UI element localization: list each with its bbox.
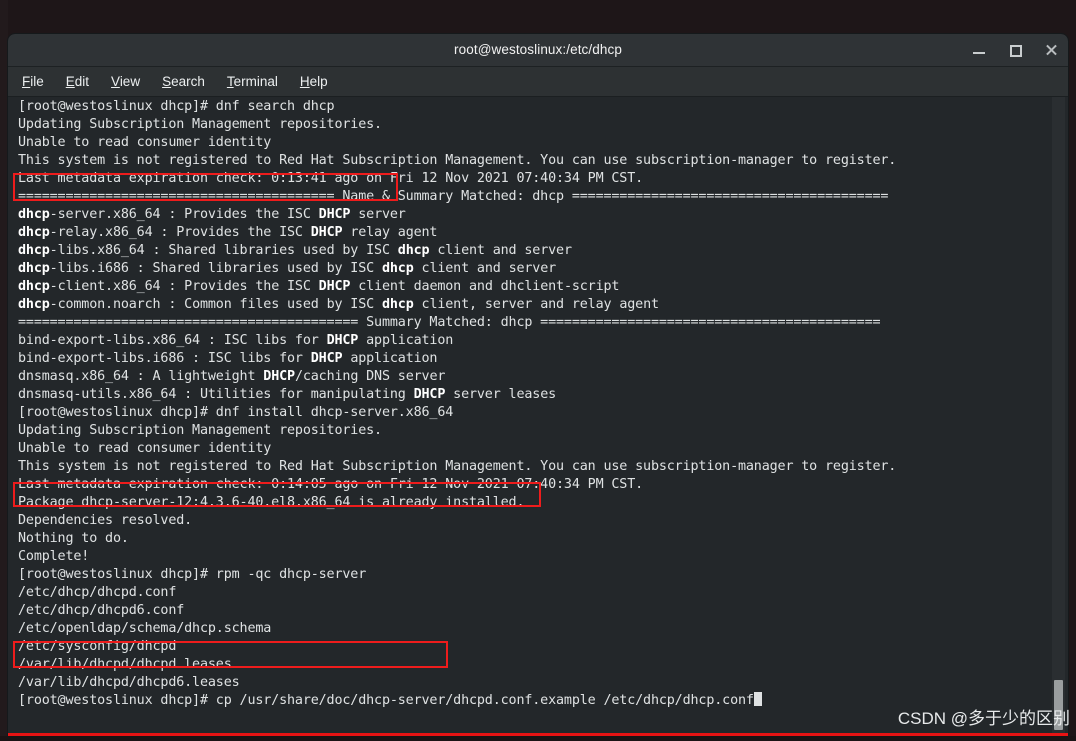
terminal-output-line: dhcp-common.noarch : Common files used b…	[18, 297, 659, 312]
terminal-output-line: dhcp-server.x86_64 : Provides the ISC DH…	[18, 207, 406, 222]
maximize-button[interactable]	[1008, 43, 1022, 57]
window-controls	[972, 34, 1058, 66]
terminal-output-line: /var/lib/dhcpd/dhcpd.leases	[18, 657, 232, 672]
terminal-output-line: /etc/openldap/schema/dhcp.schema	[18, 621, 272, 636]
menu-item-terminal[interactable]: Terminal	[227, 74, 278, 89]
terminal-output-line: This system is not registered to Red Hat…	[18, 459, 897, 474]
terminal-output-line: ========================================…	[18, 315, 881, 330]
menu-item-edit[interactable]: Edit	[66, 74, 89, 89]
terminal-output-line: Unable to read consumer identity	[18, 135, 272, 150]
menu-mnemonic: E	[65, 74, 75, 89]
terminal-output-line: Dependencies resolved.	[18, 513, 193, 528]
terminal-output-line: /etc/dhcp/dhcpd.conf	[18, 585, 177, 600]
terminal-command-line: [root@westoslinux dhcp]# rpm -qc dhcp-se…	[18, 567, 367, 582]
terminal-output-line: bind-export-libs.x86_64 : ISC libs for D…	[18, 333, 454, 348]
terminal-output-line: Complete!	[18, 549, 90, 564]
maximize-icon	[1010, 45, 1022, 57]
menu-mnemonic: H	[299, 74, 310, 89]
terminal-text: [root@westoslinux dhcp]# dnf search dhcp…	[18, 98, 1042, 710]
terminal-output-line: ========================================…	[18, 189, 889, 204]
menu-label-rest: dit	[74, 74, 90, 89]
terminal-output-line: dhcp-libs.x86_64 : Shared libraries used…	[18, 243, 572, 258]
menu-item-help[interactable]: Help	[300, 74, 328, 89]
terminal-output-line: Nothing to do.	[18, 531, 129, 546]
terminal-output-line: This system is not registered to Red Hat…	[18, 153, 897, 168]
desktop-left-edge	[0, 0, 8, 741]
menu-mnemonic: F	[22, 74, 31, 89]
menu-item-search[interactable]: Search	[162, 74, 205, 89]
menu-label-rest: earch	[171, 74, 205, 89]
minimize-button[interactable]	[972, 43, 986, 57]
terminal-command-line: [root@westoslinux dhcp]# dnf search dhcp	[18, 99, 335, 114]
window-title: root@westoslinux:/etc/dhcp	[454, 42, 622, 57]
menu-label-rest: ile	[30, 74, 44, 89]
scrollbar[interactable]	[1052, 97, 1065, 741]
terminal-output-line: dhcp-client.x86_64 : Provides the ISC DH…	[18, 279, 620, 294]
menu-mnemonic: T	[226, 74, 234, 89]
text-cursor	[753, 692, 762, 706]
terminal-output-line: Last metadata expiration check: 0:13:41 …	[18, 171, 644, 186]
minimize-icon	[973, 52, 985, 54]
terminal-output-line: bind-export-libs.i686 : ISC libs for DHC…	[18, 351, 438, 366]
terminal-output-line: Unable to read consumer identity	[18, 441, 272, 456]
close-button[interactable]	[1044, 43, 1058, 57]
terminal-command-line: [root@westoslinux dhcp]# cp /usr/share/d…	[18, 692, 1042, 710]
terminal-output-line: dhcp-relay.x86_64 : Provides the ISC DHC…	[18, 225, 438, 240]
menu-mnemonic: V	[111, 74, 120, 89]
terminal-output-area[interactable]: [root@westoslinux dhcp]# dnf search dhcp…	[8, 97, 1068, 741]
terminal-output-line: Updating Subscription Management reposit…	[18, 117, 382, 132]
terminal-output-line: dnsmasq.x86_64 : A lightweight DHCP/cach…	[18, 369, 446, 384]
menu-label-rest: iew	[119, 74, 141, 89]
terminal-output-line: dnsmasq-utils.x86_64 : Utilities for man…	[18, 387, 557, 402]
terminal-output-line: Last metadata expiration check: 0:14:05 …	[18, 477, 644, 492]
terminal-output-line: /var/lib/dhcpd/dhcpd6.leases	[18, 675, 240, 690]
terminal-output-line: /etc/dhcp/dhcpd6.conf	[18, 603, 185, 618]
menu-label-rest: erminal	[233, 74, 278, 89]
menu-mnemonic: S	[162, 74, 172, 89]
terminal-output-line: /etc/sysconfig/dhcpd	[18, 639, 177, 654]
menu-item-view[interactable]: View	[111, 74, 140, 89]
menu-item-file[interactable]: File	[22, 74, 44, 89]
terminal-output-line: Package dhcp-server-12:4.3.6-40.el8.x86_…	[18, 495, 525, 510]
terminal-window: root@westoslinux:/etc/dhcp File Edit Vie…	[8, 34, 1068, 741]
watermark: CSDN @多于少的区别	[897, 709, 1070, 728]
terminal-output-line: dhcp-libs.i686 : Shared libraries used b…	[18, 261, 557, 276]
menu-bar: File Edit View Search Terminal Help	[8, 67, 1068, 97]
window-title-bar[interactable]: root@westoslinux:/etc/dhcp	[8, 34, 1068, 67]
terminal-output-line: Updating Subscription Management reposit…	[18, 423, 382, 438]
bottom-edge-strip	[0, 736, 1076, 741]
menu-label-rest: elp	[309, 74, 328, 89]
terminal-command-line: [root@westoslinux dhcp]# dnf install dhc…	[18, 405, 454, 420]
